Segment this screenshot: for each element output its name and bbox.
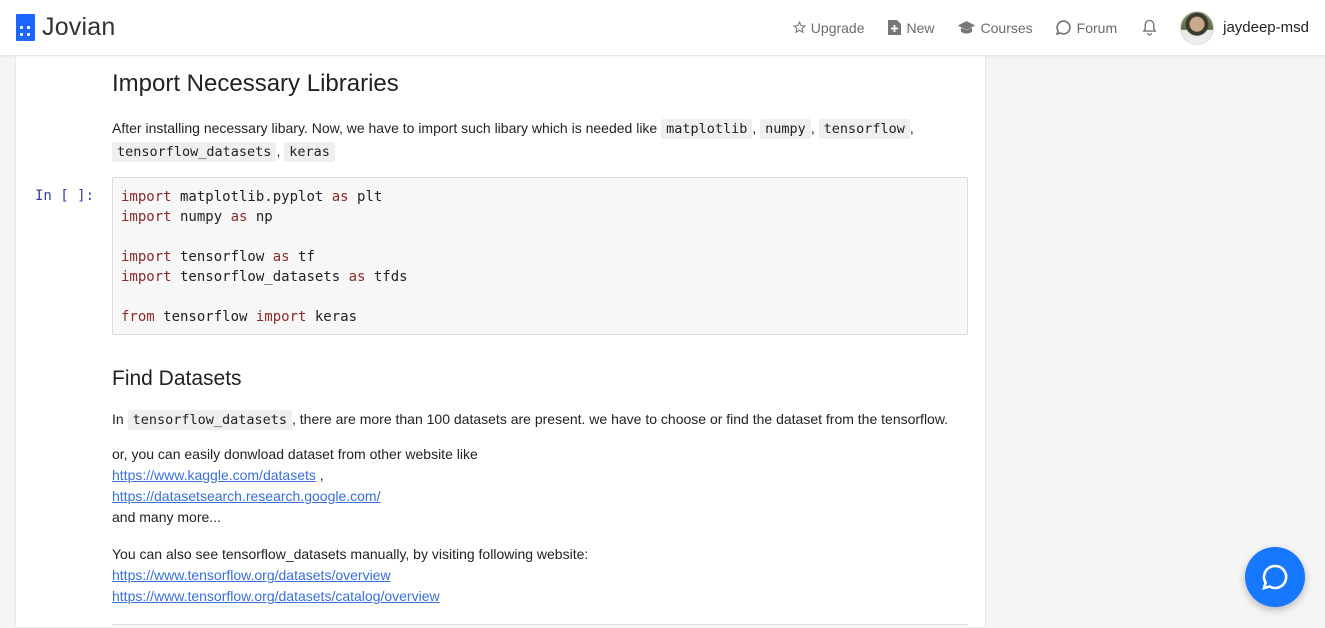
top-navbar: Jovian Upgrade New Courses Forum jaydeep… (0, 0, 1325, 56)
nav-courses-label: Courses (980, 19, 1033, 36)
import-intro-text: After installing necessary libary. Now, … (112, 120, 658, 136)
sources-text: or, you can easily donwload dataset from… (112, 446, 478, 462)
code-line: import matplotlib.pyplot as plt (121, 189, 383, 205)
section-heading-datasets: Find Datasets (112, 367, 242, 390)
datasets-intro-paragraph: In tensorflow_datasets, there are more t… (112, 409, 972, 431)
jovian-logo-icon (16, 14, 35, 41)
notebook-card: Import Necessary Libraries After install… (16, 56, 985, 628)
code-line: import tensorflow as tf (121, 249, 315, 265)
chat-bubble-icon (1055, 20, 1071, 36)
bell-icon (1142, 19, 1157, 36)
import-intro-paragraph: After installing necessary libary. Now, … (112, 119, 914, 162)
chat-icon (1262, 564, 1288, 590)
nav-new[interactable]: New (887, 19, 935, 36)
code-line: import numpy as np (121, 209, 273, 225)
code-line: from tensorflow import keras (121, 309, 358, 325)
datasets-intro-post: , there are more than 100 datasets are p… (292, 411, 949, 427)
link-kaggle-suffix: , (315, 467, 324, 483)
cell-prompt: In [ ]: (35, 188, 95, 204)
link-tfds-overview[interactable]: https://www.tensorflow.org/datasets/over… (112, 567, 391, 583)
nav-new-label: New (906, 19, 935, 36)
nav-courses[interactable]: Courses (957, 20, 1033, 36)
link-google-datasetsearch[interactable]: https://datasetsearch.research.google.co… (112, 488, 380, 504)
nav-forum-label: Forum (1076, 19, 1118, 36)
avatar (1180, 10, 1215, 45)
next-code-cell[interactable] (112, 624, 968, 628)
datasets-intro-pre: In (112, 411, 124, 427)
jovian-logo[interactable]: Jovian (16, 14, 115, 41)
tfds-links-paragraph: You can also see tensorflow_datasets man… (112, 544, 972, 607)
username: jaydeep-msd (1223, 19, 1309, 36)
nav-menu: Upgrade New Courses Forum jaydeep-msd (771, 0, 1309, 55)
datasets-sources-paragraph: or, you can easily donwload dataset from… (112, 444, 972, 528)
nav-forum[interactable]: Forum (1055, 19, 1117, 36)
chat-widget-button[interactable] (1245, 547, 1305, 607)
lib-tensorflow-datasets: tensorflow_datasets (112, 142, 277, 162)
code-cell[interactable]: import matplotlib.pyplot as plt import n… (112, 177, 968, 335)
code-tensorflow-datasets: tensorflow_datasets (127, 410, 293, 430)
code-line: import tensorflow_datasets as tfds (121, 269, 408, 285)
user-menu[interactable]: jaydeep-msd (1180, 10, 1309, 45)
star-icon (792, 21, 806, 34)
lib-keras: keras (284, 142, 335, 162)
lib-tensorflow: tensorflow (818, 119, 910, 139)
link-kaggle[interactable]: https://www.kaggle.com/datasets (112, 467, 316, 483)
graduation-cap-icon (957, 21, 975, 34)
logo-text: Jovian (42, 13, 116, 41)
new-file-icon (887, 20, 901, 35)
tfds-text: You can also see tensorflow_datasets man… (112, 546, 589, 562)
link-tfds-catalog[interactable]: https://www.tensorflow.org/datasets/cata… (112, 588, 440, 604)
lib-matplotlib: matplotlib (661, 119, 753, 139)
sources-end: and many more... (112, 509, 221, 525)
notifications-button[interactable] (1141, 18, 1158, 37)
section-heading-import: Import Necessary Libraries (112, 70, 399, 97)
nav-upgrade-label: Upgrade (810, 19, 865, 36)
lib-numpy: numpy (760, 119, 811, 139)
nav-upgrade[interactable]: Upgrade (792, 19, 865, 36)
